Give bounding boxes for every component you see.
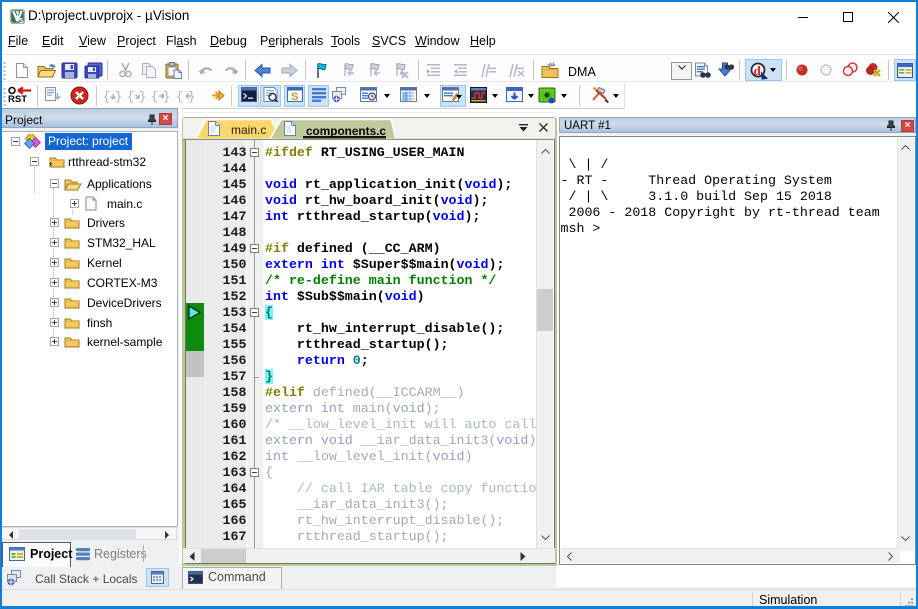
svg-text:{: { <box>127 90 134 104</box>
svg-text:}: } <box>188 90 195 104</box>
svg-text:d: d <box>754 63 762 78</box>
svg-text:S: S <box>291 91 298 102</box>
svg-text:RST: RST <box>8 94 27 105</box>
svg-text:{: { <box>176 90 183 104</box>
svg-text:{: { <box>103 90 110 104</box>
svg-text:5: 5 <box>19 16 23 24</box>
svg-text:}: } <box>139 90 146 104</box>
svg-text:}: } <box>163 90 170 104</box>
svg-text:}: } <box>115 90 122 104</box>
svg-text:{: { <box>151 90 158 104</box>
svg-text:*: * <box>49 161 53 169</box>
